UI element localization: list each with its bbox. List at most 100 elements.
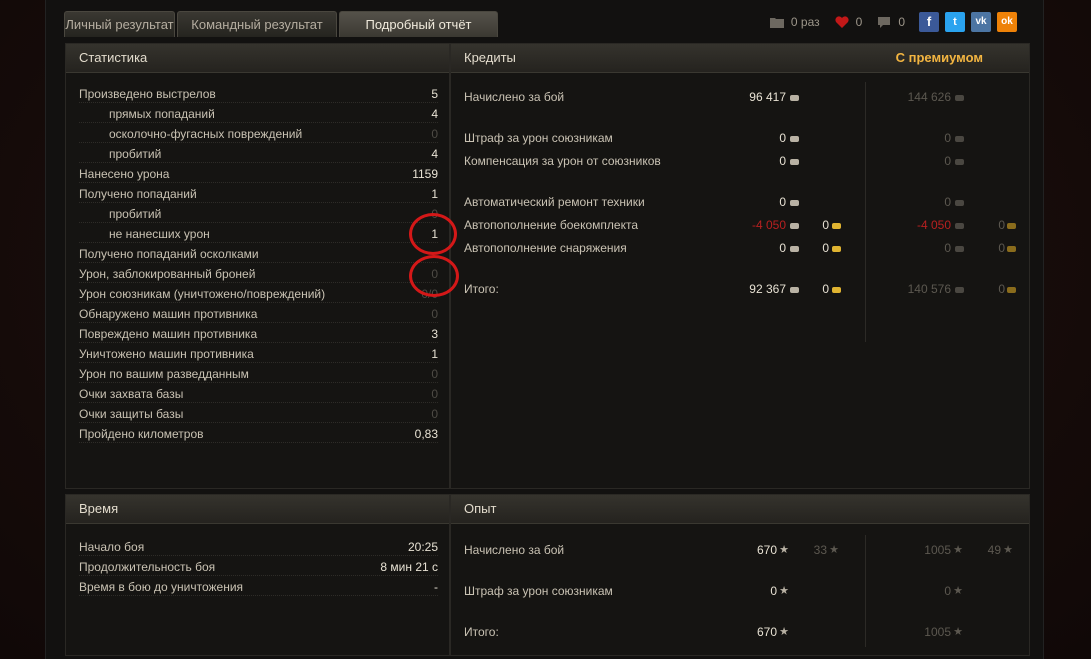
premium-separator xyxy=(865,82,866,342)
premium-credit-value: 0 xyxy=(944,241,951,255)
comment-icon[interactable] xyxy=(876,15,892,29)
heart-icon[interactable] xyxy=(834,15,850,29)
stat-row: Повреждено машин противника 3 xyxy=(66,324,449,344)
premium-experience-value: 1005 xyxy=(924,625,951,639)
premium-gold-value: 0 xyxy=(998,218,1005,232)
twitter-icon[interactable]: t xyxy=(945,12,965,32)
credits-title-label: Кредиты xyxy=(464,50,516,65)
vk-icon[interactable]: vk xyxy=(971,12,991,32)
experience-label: Штраф за урон союзникам xyxy=(464,584,613,598)
stat-label: не нанесших урон xyxy=(109,227,210,241)
credit-value: 96 417 xyxy=(749,90,786,104)
credit-value-cell xyxy=(788,215,799,235)
time-row: Время в бою до уничтожения - xyxy=(66,577,449,597)
premium-coin-cell xyxy=(953,279,964,299)
experience-value: 670 xyxy=(756,625,777,639)
folder-icon xyxy=(769,15,785,29)
credit-value-cell xyxy=(788,151,799,171)
stat-row: пробитий 0 xyxy=(66,204,449,224)
credit-value-cell xyxy=(788,192,799,212)
credit-value-cell xyxy=(788,238,799,258)
stat-value: 0 xyxy=(431,127,438,141)
gold-icon xyxy=(832,286,841,293)
gold-icon-cell xyxy=(830,279,841,299)
stat-value: 4 xyxy=(431,107,438,121)
stat-row: Урон, заблокированный броней 0 xyxy=(66,264,449,284)
credit-value-cell xyxy=(788,87,799,107)
premium-label: С премиумом xyxy=(895,50,983,65)
statistics-title: Статистика xyxy=(66,44,449,73)
experience-value: 670 xyxy=(756,543,777,557)
credits-title: Кредиты С премиумом xyxy=(451,44,1029,73)
time-panel: Время Начало боя 20:25 Продолжительность б… xyxy=(65,494,450,656)
credit-row: Автопополнение снаряжения 0 0 0 0 xyxy=(451,238,1029,258)
report-frame: Личный результат Командный результат Под… xyxy=(45,0,1044,659)
credit-row: Штраф за урон союзникам 0 0 xyxy=(451,128,1029,148)
stat-label: Обнаружено машин противника xyxy=(79,307,258,321)
stat-row: Урон по вашим разведданным 0 xyxy=(66,364,449,384)
stat-value: 5 xyxy=(431,87,438,101)
credit-value: 0 xyxy=(779,154,786,168)
credit-value: 0 xyxy=(779,195,786,209)
odnoklassniki-icon[interactable]: ok xyxy=(997,12,1017,32)
premium-star-icon: ★ xyxy=(953,585,963,597)
stat-label: Нанесено урона xyxy=(79,167,170,181)
premium-credit-value: 144 626 xyxy=(907,90,951,104)
credit-row: Итого: 92 367 0 140 576 0 xyxy=(451,279,1029,299)
premium-gold-icon xyxy=(1007,222,1016,229)
stat-label: пробитий xyxy=(109,147,162,161)
stat-row: прямых попаданий 4 xyxy=(66,104,449,124)
stat-value: 4 xyxy=(431,147,438,161)
premium-free-star-icon: ★ xyxy=(1003,544,1013,556)
credit-coin-icon xyxy=(790,94,799,101)
stat-row: осколочно-фугасных повреждений 0 xyxy=(66,124,449,144)
experience-row: Штраф за урон союзникам 0 ★ 0 ★ xyxy=(451,581,1029,601)
credit-label: Автопополнение боекомплекта xyxy=(464,218,638,232)
credit-label: Начислено за бой xyxy=(464,90,565,104)
credit-value: 0 xyxy=(779,241,786,255)
time-value: 20:25 xyxy=(407,540,438,554)
star-icon: ★ xyxy=(779,585,789,597)
time-row: Начало боя 20:25 xyxy=(66,537,449,557)
premium-coin-icon xyxy=(955,158,964,165)
tab-detailed-report[interactable]: Подробный отчёт xyxy=(339,11,498,37)
credit-value: 92 367 xyxy=(749,282,786,296)
premium-coin-icon xyxy=(955,94,964,101)
social-bar: 0 раз 0 0 f t vk ok xyxy=(769,11,1017,33)
credit-row: Начислено за бой 96 417 144 626 xyxy=(451,87,1029,107)
stat-row: Уничтожено машин противника 1 xyxy=(66,344,449,364)
gold-icon xyxy=(832,245,841,252)
views-count: 0 раз xyxy=(790,15,820,29)
gold-icon-cell xyxy=(830,215,841,235)
tab-personal-result[interactable]: Личный результат xyxy=(64,11,175,37)
premium-coin-icon xyxy=(955,286,964,293)
premium-gold-cell xyxy=(1005,238,1016,258)
comments-count: 0 xyxy=(898,15,905,29)
stat-row: Урон союзникам (уничтожено/повреждений) 0… xyxy=(66,284,449,304)
premium-coin-cell xyxy=(953,238,964,258)
premium-experience-value: 1005 xyxy=(924,543,951,557)
premium-credit-value: -4 050 xyxy=(916,218,951,232)
stat-row: Произведено выстрелов 5 xyxy=(66,84,449,104)
experience-label: Итого: xyxy=(464,625,499,639)
free-experience-value: 33 xyxy=(813,543,827,557)
time-label: Время в бою до уничтожения xyxy=(79,580,244,594)
stat-row: Очки захвата базы 0 xyxy=(66,384,449,404)
credit-gold-value: 0 xyxy=(822,218,829,232)
premium-credit-value: 0 xyxy=(944,195,951,209)
facebook-icon[interactable]: f xyxy=(919,12,939,32)
stat-value: 0 xyxy=(431,387,438,401)
tab-team-result[interactable]: Командный результат xyxy=(177,11,337,37)
stat-value: 1 xyxy=(431,187,438,201)
experience-title: Опыт xyxy=(451,495,1029,524)
time-value: 8 мин 21 с xyxy=(380,560,438,574)
time-row: Продолжительность боя 8 мин 21 с xyxy=(66,557,449,577)
credit-value-cell xyxy=(788,279,799,299)
credit-value: -4 050 xyxy=(751,218,786,232)
stat-label: осколочно-фугасных повреждений xyxy=(109,127,303,141)
credit-coin-icon xyxy=(790,199,799,206)
stat-row: Получено попаданий 1 xyxy=(66,184,449,204)
stat-row: Пройдено километров 0,83 xyxy=(66,424,449,444)
premium-gold-icon xyxy=(1007,286,1016,293)
time-label: Начало боя xyxy=(79,540,145,554)
